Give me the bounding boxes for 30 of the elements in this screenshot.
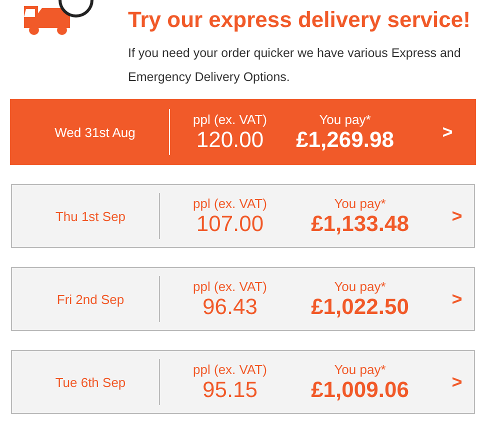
arrow-icon: > [420, 372, 474, 392]
ppl-price: 120.00 [196, 126, 264, 152]
arrow-icon: > [400, 122, 475, 142]
total-price: £1,022.50 [311, 294, 409, 320]
delivery-option[interactable]: Tue 6th Sep ppl (ex. VAT) 95.15 You pay* £1,009.06 > [11, 350, 475, 414]
delivery-option[interactable]: Fri 2nd Sep ppl (ex. VAT) 96.43 You pay* £1,022.50 > [11, 267, 475, 331]
delivery-option[interactable]: Thu 1st Sep ppl (ex. VAT) 107.00 You pay* £1,133.48 > [11, 184, 475, 248]
you-pay-label: You pay* [319, 112, 371, 126]
delivery-date: Tue 6th Sep [54, 374, 127, 390]
ppl-label: ppl (ex. VAT) [193, 112, 267, 126]
ppl-label: ppl (ex. VAT) [193, 278, 267, 294]
arrow-icon: > [420, 288, 474, 310]
delivery-date: Thu 1st Sep [54, 208, 127, 224]
headline: Try our express delivery service! [128, 6, 472, 33]
total-price: £1,009.06 [311, 376, 409, 402]
delivery-date: Wed 31st Aug [54, 124, 136, 140]
ppl-price: 95.15 [202, 376, 258, 402]
you-pay-label: You pay* [334, 278, 386, 294]
delivery-date: Fri 2nd Sep [56, 292, 126, 306]
total-price: £1,133.48 [311, 210, 409, 236]
you-pay-label: You pay* [334, 196, 386, 210]
ppl-price: 96.43 [202, 294, 258, 320]
description-text: If you need your order quicker we have various Express and Emergency Delivery Options. [128, 45, 462, 86]
total-price: £1,269.98 [296, 126, 394, 152]
you-pay-label: You pay* [334, 362, 386, 376]
ppl-label: ppl (ex. VAT) [193, 362, 267, 376]
arrow-icon: > [420, 206, 474, 226]
ppl-label: ppl (ex. VAT) [193, 196, 267, 210]
ppl-price: 107.00 [196, 210, 264, 236]
delivery-option[interactable]: Wed 31st Aug ppl (ex. VAT) 120.00 You pay* £1,269.98 > [10, 99, 476, 165]
